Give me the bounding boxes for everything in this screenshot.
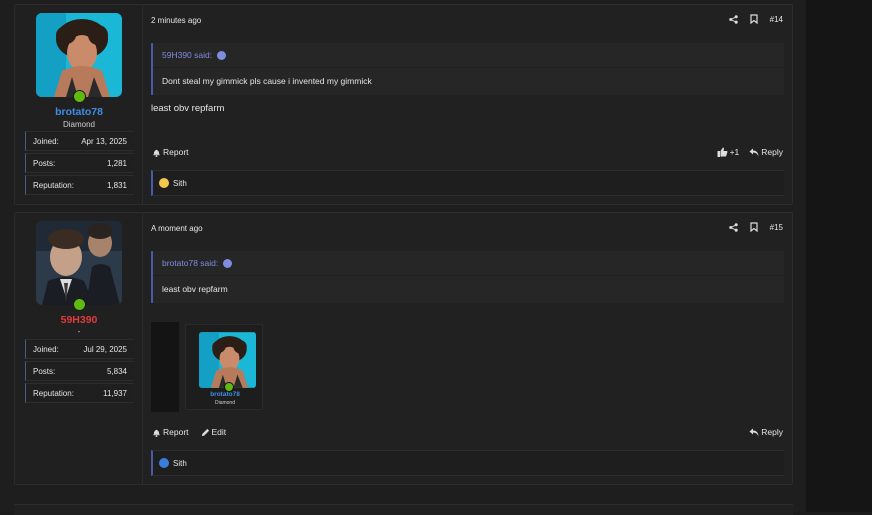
quote-author[interactable]: brotato78 said: [162,258,218,268]
post-14: brotato78 Diamond Joined: Apr 13, 2025 P… [14,4,793,205]
post-number[interactable]: #14 [770,15,783,24]
post-footer-left: Report Edit [152,427,226,437]
edit-button[interactable]: Edit [201,427,227,437]
embedded-user-card[interactable]: brotato78 Diamond [185,324,263,410]
share-icon[interactable] [728,222,738,232]
post-author-panel: brotato78 Diamond Joined: Apr 13, 2025 P… [15,5,143,204]
stat-value: 1,831 [106,180,127,190]
pencil-icon [201,428,209,436]
stat-label: Reputation: [33,180,74,190]
bell-icon [153,429,160,437]
like-button[interactable]: +1 [717,147,740,157]
edit-label: Edit [211,427,227,437]
reply-label: Reply [761,147,783,157]
quote-text: Dont steal my gimmick pls cause i invent… [162,76,372,86]
post-top-actions: #14 [728,14,783,24]
post-footer-left: Report [152,147,189,157]
stat-posts: Posts: 1,281 [25,153,134,173]
online-indicator [73,298,86,311]
reply-button[interactable]: Reply [749,147,783,157]
quote-block: 59H390 said: Dont steal my gimmick pls c… [151,43,784,95]
quote-text: least obv repfarm [162,284,228,294]
post-footer-right: +1 Reply [717,147,783,157]
quote-author[interactable]: 59H390 said: [162,50,212,60]
arrow-up-circle-icon[interactable] [223,258,233,268]
username[interactable]: brotato78 [15,106,143,118]
stat-joined: Joined: Jul 29, 2025 [25,339,134,359]
post-author-panel: 59H390 - Joined: Jul 29, 2025 Posts: 5,8… [15,213,143,484]
embed-user-title: Diamond [214,400,235,406]
post-top-actions: #15 [728,222,783,232]
embed-media [151,322,179,412]
stat-label: Joined: [33,344,59,354]
next-post-preview [14,504,793,515]
stat-value: Jul 29, 2025 [83,344,127,354]
reply-icon [749,428,759,436]
stat-label: Posts: [33,366,56,376]
user-title: - [77,327,81,336]
post-timestamp[interactable]: 2 minutes ago [151,16,201,25]
reply-button[interactable]: Reply [749,427,783,437]
reaction-user[interactable]: Sith [173,179,187,188]
stat-reputation: Reputation: 11,937 [25,383,134,403]
username[interactable]: 59H390 [15,314,143,326]
page-gutter [806,0,872,512]
like-count: +1 [729,147,740,157]
stat-label: Joined: [33,136,59,146]
avatar [199,332,256,388]
post-body: least obv repfarm [151,103,225,114]
online-indicator [73,90,86,103]
avatar[interactable] [36,221,122,305]
quote-block: brotato78 said: least obv repfarm [151,251,784,303]
reaction-bar[interactable]: Sith [151,170,784,196]
report-button[interactable]: Report [152,427,189,437]
stat-value: 5,834 [106,366,127,376]
post-timestamp[interactable]: A moment ago [151,224,203,233]
thumbs-up-icon [717,147,728,157]
report-button[interactable]: Report [152,147,189,157]
reply-icon [749,148,759,156]
like-icon [159,458,169,468]
arrow-up-circle-icon[interactable] [217,50,227,60]
embed-username: brotato78 [210,391,240,398]
stat-label: Reputation: [33,388,74,398]
reaction-bar[interactable]: Sith [151,450,784,476]
stat-label: Posts: [33,158,56,168]
stat-reputation: Reputation: 1,831 [25,175,134,195]
stat-value: 11,937 [103,388,127,398]
avatar[interactable] [36,13,122,97]
stat-value: 1,281 [106,158,127,168]
reaction-user[interactable]: Sith [173,459,187,468]
post-footer-right: Reply [749,427,783,437]
stat-joined: Joined: Apr 13, 2025 [25,131,134,151]
report-label: Report [163,147,189,157]
user-title: Diamond [62,120,95,129]
laugh-emoji-icon [159,178,169,188]
stat-value: Apr 13, 2025 [81,136,127,146]
bookmark-icon[interactable] [750,14,758,24]
quote-attribution[interactable]: 59H390 said: [153,43,784,68]
quote-attribution[interactable]: brotato78 said: [153,251,784,276]
reply-label: Reply [761,427,783,437]
share-icon[interactable] [728,14,738,24]
bookmark-icon[interactable] [750,222,758,232]
post-number[interactable]: #15 [770,223,783,232]
report-label: Report [163,427,189,437]
post-15: 59H390 - Joined: Jul 29, 2025 Posts: 5,8… [14,212,793,485]
stat-posts: Posts: 5,834 [25,361,134,381]
bell-icon [153,149,160,157]
